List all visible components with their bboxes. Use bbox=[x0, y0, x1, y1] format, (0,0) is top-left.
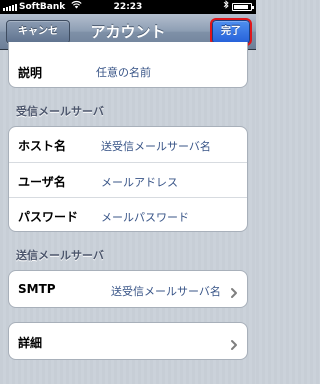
description-group: 説明 任意の名前 bbox=[8, 42, 248, 88]
cancel-button[interactable]: キャンセル bbox=[6, 20, 70, 59]
smtp-label: SMTP bbox=[18, 282, 56, 296]
battery-icon bbox=[232, 3, 254, 11]
description-field[interactable]: 任意の名前 bbox=[96, 64, 151, 80]
outgoing-server-group: SMTP 送受信メールサーバ名 bbox=[8, 270, 248, 308]
advanced-group: 詳細 bbox=[8, 322, 248, 360]
password-row[interactable]: パスワード メールパスワード bbox=[9, 198, 247, 231]
outgoing-server-header: 送信メールサーバ bbox=[16, 249, 104, 262]
host-row[interactable]: ホスト名 送受信メールサーバ名 bbox=[9, 127, 247, 163]
description-label: 説明 bbox=[18, 66, 43, 80]
password-field[interactable]: メールパスワード bbox=[101, 209, 189, 225]
smtp-value: 送受信メールサーバ名 bbox=[111, 285, 221, 298]
incoming-server-header: 受信メールサーバ bbox=[16, 105, 104, 118]
advanced-row[interactable]: 詳細 bbox=[9, 323, 247, 359]
chevron-right-icon bbox=[228, 336, 240, 350]
password-label: パスワード bbox=[18, 210, 79, 224]
username-row[interactable]: ユーザ名 メールアドレス bbox=[9, 163, 247, 198]
chevron-right-icon bbox=[228, 284, 240, 298]
bluetooth-icon bbox=[223, 0, 229, 14]
description-row[interactable]: 説明 任意の名前 bbox=[9, 42, 247, 87]
username-label: ユーザ名 bbox=[18, 175, 66, 189]
advanced-label: 詳細 bbox=[18, 336, 43, 350]
host-field[interactable]: 送受信メールサーバ名 bbox=[101, 138, 211, 154]
host-label: ホスト名 bbox=[18, 139, 67, 153]
done-button[interactable]: 完了 bbox=[210, 18, 252, 46]
incoming-server-group: ホスト名 送受信メールサーバ名 ユーザ名 メールアドレス パスワード メールパス… bbox=[8, 126, 248, 232]
status-bar: SoftBank 22:23 bbox=[0, 0, 256, 14]
username-field[interactable]: メールアドレス bbox=[101, 174, 178, 190]
smtp-row[interactable]: SMTP 送受信メールサーバ名 bbox=[9, 271, 247, 307]
clock: 22:23 bbox=[113, 2, 143, 12]
